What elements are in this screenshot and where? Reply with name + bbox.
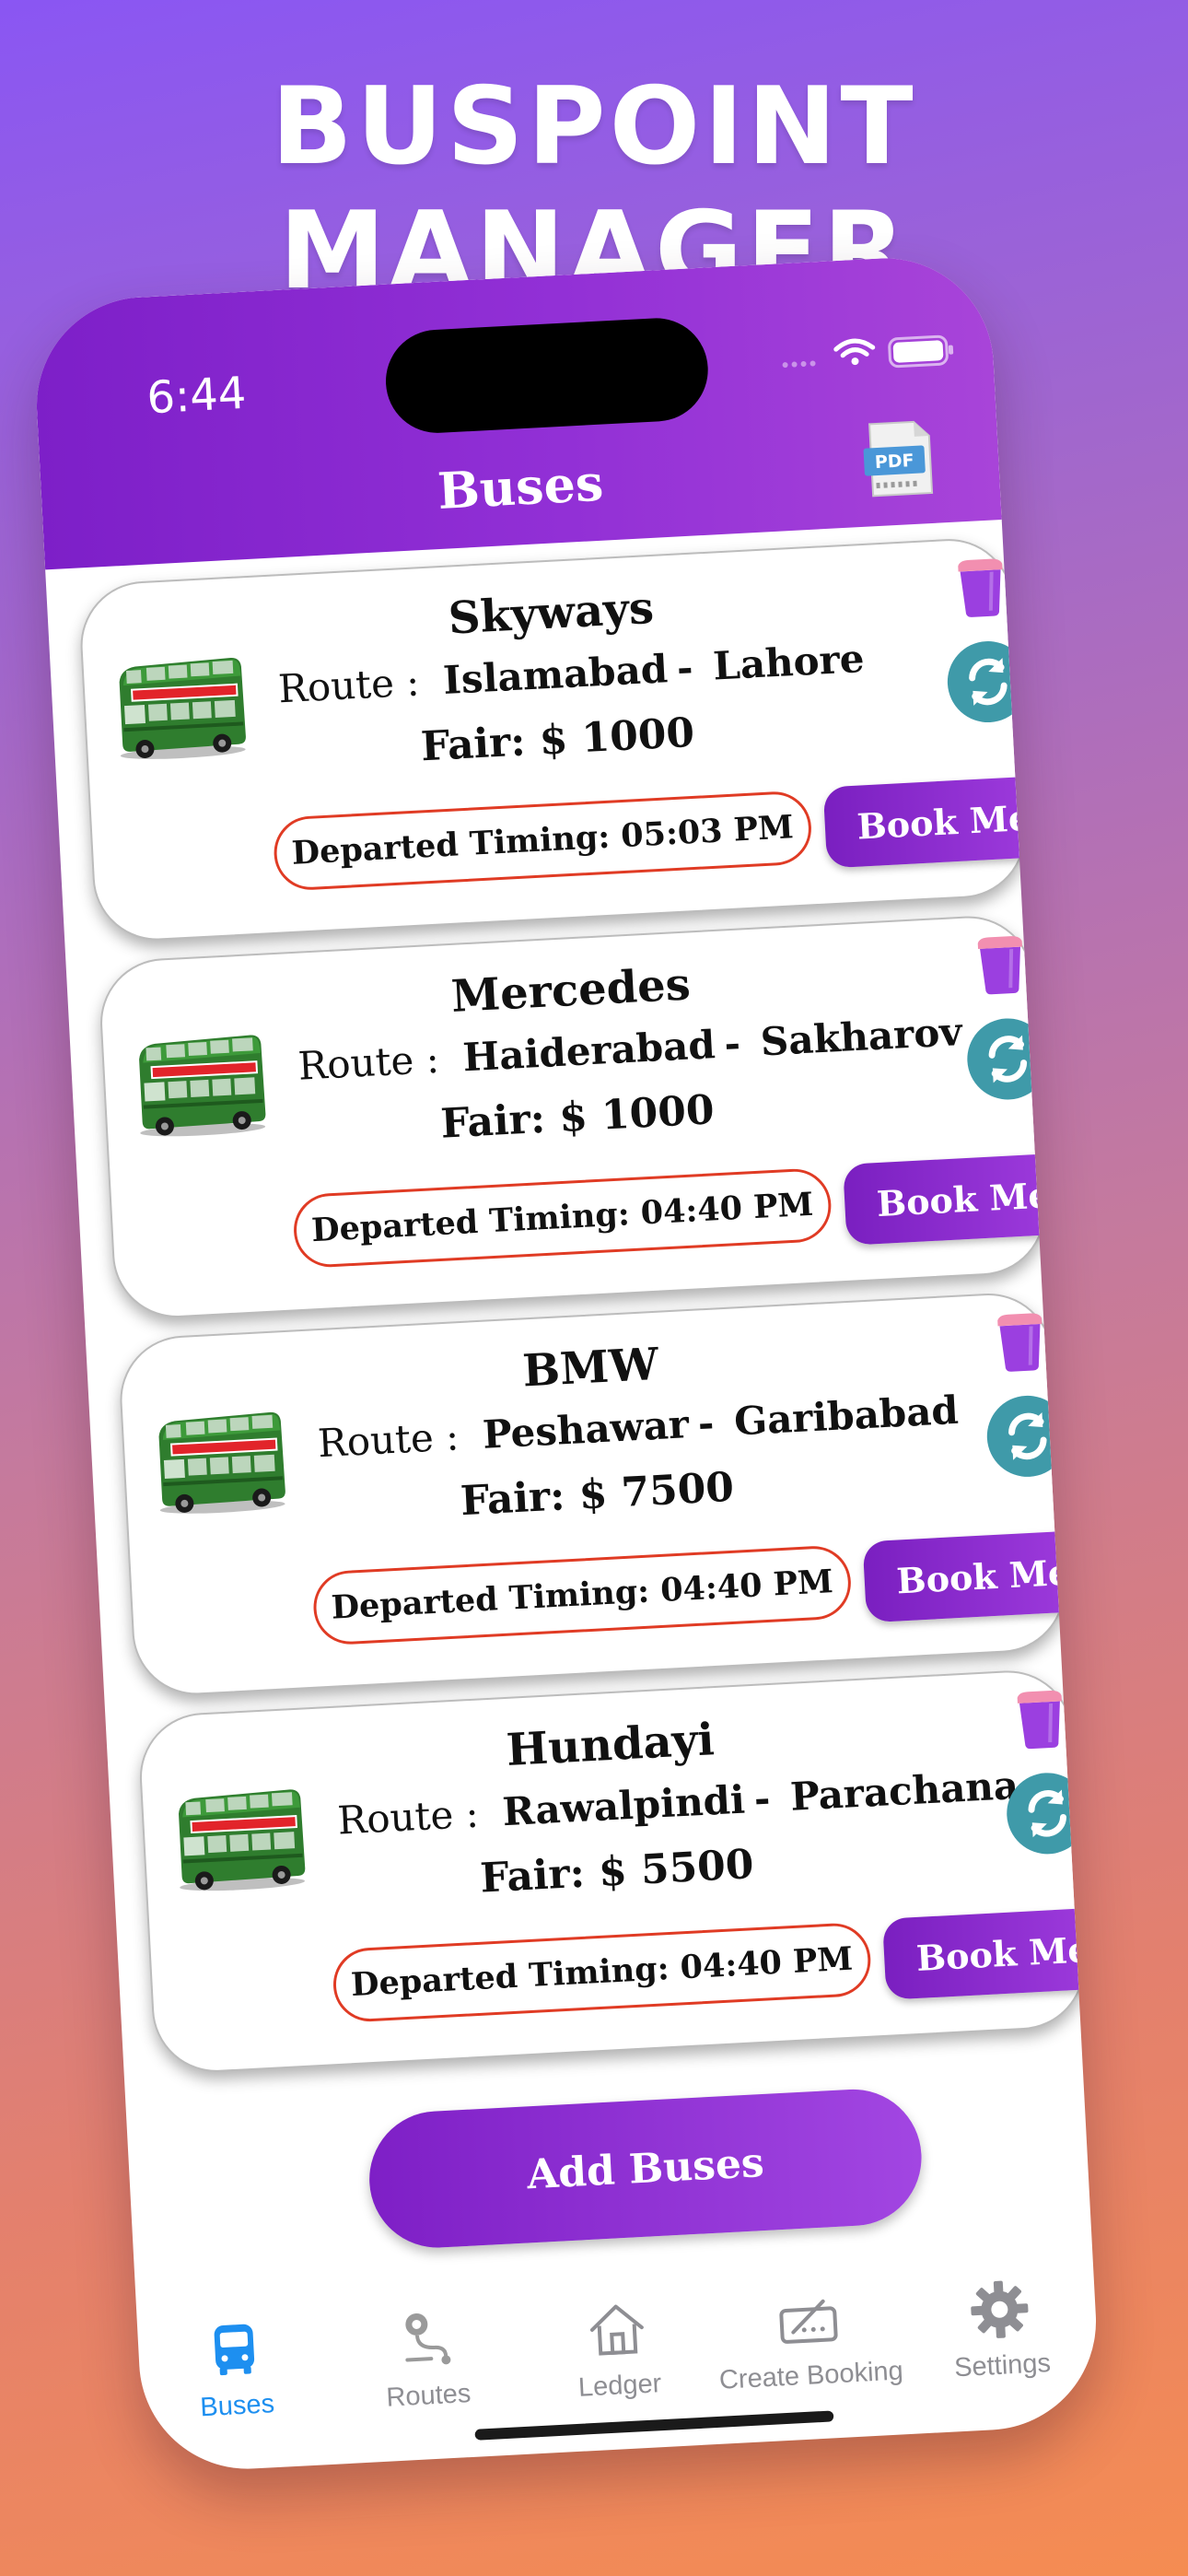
- route-icon: [405, 2313, 451, 2365]
- bus-image: [148, 1406, 292, 1519]
- route-separator: -: [696, 1399, 716, 1446]
- tab-label: Create Booking: [718, 2356, 904, 2395]
- pdf-label: PDF: [874, 451, 914, 473]
- route-to: Sakharov: [759, 1009, 963, 1065]
- bus-fare: Fair: $ 1000: [439, 1086, 716, 1148]
- sync-icon[interactable]: [984, 1393, 1072, 1481]
- house-icon: [589, 2304, 644, 2356]
- route-separator: -: [675, 644, 694, 691]
- bus-card: Mercedes Route : Haiderabad - Sakharov Fair…: [97, 912, 1085, 1321]
- tab-routes[interactable]: Routes: [329, 2302, 528, 2465]
- route-label: Route :: [297, 1036, 440, 1089]
- battery-icon: [888, 334, 954, 369]
- sync-icon[interactable]: [964, 1015, 1052, 1103]
- bus-image: [109, 651, 252, 765]
- route-from: Islamabad: [441, 646, 670, 703]
- bus-icon: [214, 2324, 255, 2376]
- dynamic-island: [383, 315, 711, 436]
- departed-timing: Departed Timing: 04:40 PM: [311, 1544, 853, 1646]
- bus-card: Hundayi Route : Rawalpindi - Parachana Fair…: [136, 1667, 1102, 2076]
- route-from: Rawalpindi: [501, 1776, 747, 1835]
- bus-image: [129, 1029, 273, 1142]
- trash-icon[interactable]: [1011, 1688, 1069, 1751]
- departed-timing: Departed Timing: 04:40 PM: [292, 1166, 833, 1270]
- status-time: 6:44: [146, 367, 248, 425]
- ticket-icon: [779, 2299, 838, 2344]
- route-label: Route :: [276, 659, 421, 712]
- route-to: Lahore: [712, 636, 866, 689]
- bus-name: Skyways: [447, 581, 656, 645]
- route-to: Parachana: [788, 1762, 1020, 1820]
- route-to: Garibabad: [732, 1387, 960, 1445]
- route-from: Haiderabad: [461, 1022, 716, 1081]
- phone-screen: 6:44 Buses PDF Skyways Route: Islamabad…: [30, 252, 1102, 2475]
- page-title: Buses: [436, 452, 605, 521]
- route-separator: -: [752, 1775, 772, 1821]
- bus-fare: Fair: $ 5500: [479, 1841, 755, 1903]
- trash-icon[interactable]: [952, 556, 1010, 620]
- bus-card: Skyways Route : Islamabad - Lahore Fair: $ …: [77, 535, 1065, 944]
- bus-list: Skyways Route : Islamabad - Lahore Fair: $ …: [45, 520, 1102, 2318]
- bus-name: Hundayi: [505, 1714, 716, 1776]
- route-label: Route :: [336, 1790, 480, 1844]
- status-icons: [782, 334, 954, 369]
- route-from: Peshawar: [481, 1401, 691, 1458]
- bus-fare: Fair: $ 1000: [419, 708, 696, 771]
- book-me-button[interactable]: Book Me: [882, 1906, 1102, 2000]
- tab-label: Ledger: [577, 2369, 663, 2403]
- add-buses-button[interactable]: Add Buses: [366, 2086, 926, 2252]
- navigation-bar: 6:44 Buses PDF: [30, 252, 1002, 570]
- bus-name: BMW: [521, 1338, 660, 1398]
- tab-label: Buses: [199, 2389, 275, 2423]
- bus-card: BMW Route : Peshawar - Garibabad Fair: $ 75…: [116, 1290, 1102, 1698]
- book-me-button[interactable]: Book Me: [862, 1528, 1102, 1623]
- tab-label: Routes: [385, 2378, 472, 2413]
- tab-label: Settings: [953, 2348, 1052, 2383]
- gear-icon: [971, 2280, 1029, 2338]
- pdf-export-icon[interactable]: PDF: [858, 417, 941, 500]
- bus-image: [169, 1783, 312, 1896]
- bus-fare: Fair: $ 7500: [459, 1463, 736, 1526]
- bus-name: Mercedes: [449, 958, 693, 1023]
- route-separator: -: [723, 1020, 742, 1067]
- wifi-icon: [833, 338, 876, 358]
- sync-icon[interactable]: [1004, 1770, 1091, 1857]
- trash-icon[interactable]: [992, 1311, 1050, 1375]
- departed-timing: Departed Timing: 04:40 PM: [331, 1921, 873, 2024]
- book-me-button[interactable]: Book Me: [843, 1152, 1085, 1246]
- tab-settings[interactable]: Settings: [903, 2272, 1101, 2434]
- sync-icon[interactable]: [945, 638, 1032, 726]
- cellular-signal-icon: [782, 360, 816, 369]
- departed-timing: Departed Timing: 05:03 PM: [272, 790, 813, 892]
- book-me-button[interactable]: Book Me: [822, 775, 1065, 869]
- route-label: Route :: [316, 1413, 460, 1467]
- trash-icon[interactable]: [972, 933, 1030, 997]
- tab-buses[interactable]: Buses: [137, 2313, 336, 2475]
